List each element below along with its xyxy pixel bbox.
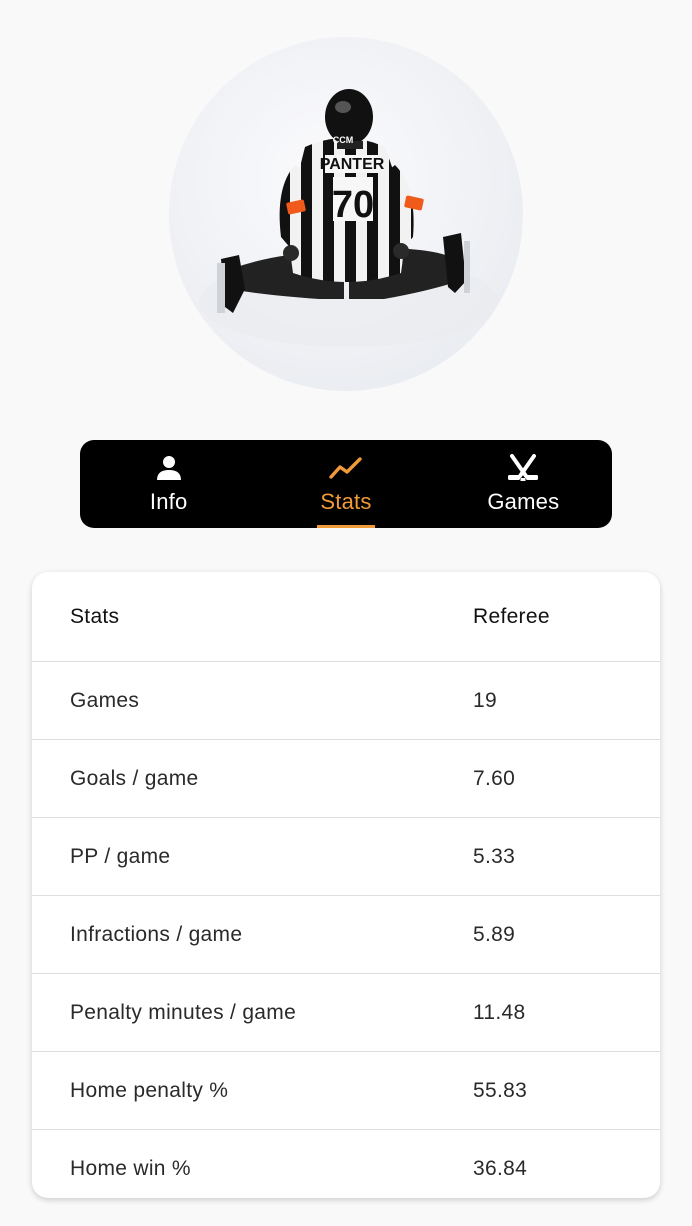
stat-name: Goals / game (70, 766, 199, 790)
stat-value: 11.48 (473, 1000, 526, 1024)
trend-icon (329, 454, 363, 482)
active-tab-indicator (316, 525, 375, 528)
stat-name: Penalty minutes / game (70, 1000, 297, 1024)
table-row: Infractions / game 5.89 (32, 896, 660, 974)
table-row: Home penalty % 55.83 (32, 1052, 660, 1130)
tab-stats-label: Stats (320, 489, 372, 514)
jersey-brand: CCM (333, 135, 354, 145)
stat-name: Home win % (70, 1156, 191, 1180)
table-row: Goals / game 7.60 (32, 740, 660, 818)
referee-photo: CCM PANTER 70 (169, 37, 523, 391)
stat-value: 19 (473, 688, 497, 712)
hockey-sticks-icon (506, 454, 540, 482)
referee-illustration: CCM PANTER 70 (199, 89, 499, 347)
table-row: Games 19 (32, 662, 660, 740)
jersey-number: 70 (332, 184, 374, 226)
stat-value: 5.89 (473, 922, 516, 946)
stat-name: Infractions / game (70, 922, 243, 946)
tab-games[interactable]: Games (435, 440, 612, 528)
table-row: Home win % 36.84 (32, 1130, 660, 1198)
table-row: PP / game 5.33 (32, 818, 660, 896)
stats-table: Stats Referee Games 19 Goals / game 7.60… (32, 572, 660, 1198)
column-header-stats: Stats (70, 604, 120, 628)
stat-value: 5.33 (473, 844, 516, 868)
table-header: Stats Referee (32, 572, 660, 662)
stat-value: 7.60 (473, 766, 516, 790)
stat-value: 36.84 (473, 1156, 528, 1180)
profile-tab-bar: Info Stats Games (80, 440, 612, 528)
column-header-referee: Referee (473, 604, 550, 628)
jersey-name: PANTER (320, 156, 385, 173)
tab-stats[interactable]: Stats (257, 440, 434, 528)
stat-name: Home penalty % (70, 1078, 229, 1102)
stat-name: PP / game (70, 844, 171, 868)
tab-info-label: Info (149, 489, 188, 514)
tab-info[interactable]: Info (80, 440, 257, 528)
person-icon (155, 454, 183, 482)
stat-name: Games (70, 688, 140, 712)
stat-value: 55.83 (473, 1078, 528, 1102)
table-row: Penalty minutes / game 11.48 (32, 974, 660, 1052)
tab-games-label: Games (487, 489, 560, 514)
